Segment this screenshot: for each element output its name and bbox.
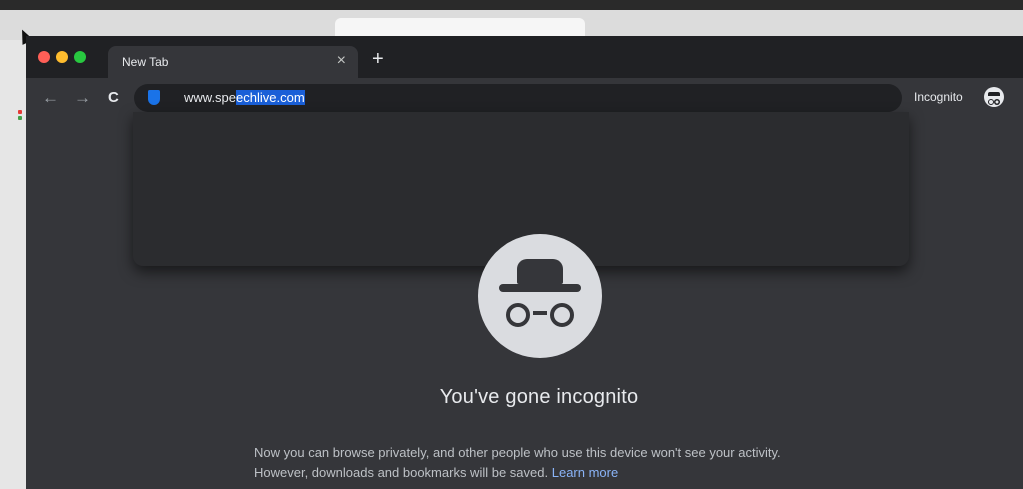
close-icon[interactable]: × xyxy=(337,52,346,70)
title-bar: New Tab × + xyxy=(26,36,1023,78)
incognito-description: Now you can browse privately, and other … xyxy=(254,443,814,483)
minimize-window-button[interactable] xyxy=(56,51,68,63)
incognito-window: New Tab × + ← → C www.speechlive.com Inc… xyxy=(26,36,1023,489)
maximize-window-button[interactable] xyxy=(74,51,86,63)
url-prefix: www.spe xyxy=(184,90,237,105)
page-title: You've gone incognito xyxy=(439,386,639,408)
shield-icon[interactable] xyxy=(148,90,160,105)
url-text[interactable]: www.speechlive.com xyxy=(184,90,305,105)
incognito-profile-icon[interactable] xyxy=(984,87,1004,107)
background-sidebar-edge xyxy=(0,40,27,489)
close-window-button[interactable] xyxy=(38,51,50,63)
bookmark-icon[interactable] xyxy=(18,116,22,120)
url-selected-text: echlive.com xyxy=(236,90,305,105)
reload-icon[interactable]: C xyxy=(108,89,119,106)
incognito-label[interactable]: Incognito xyxy=(914,90,963,104)
glasses-bridge-icon-part xyxy=(533,311,547,315)
bookmark-icon[interactable] xyxy=(18,110,22,114)
hat-brim-icon-part xyxy=(499,284,581,292)
tab-new-tab[interactable]: New Tab × xyxy=(108,46,358,78)
incognito-icon xyxy=(478,234,602,358)
forward-arrow-icon[interactable]: → xyxy=(74,88,91,108)
back-arrow-icon[interactable]: ← xyxy=(42,88,59,108)
hat-icon-part xyxy=(517,259,563,284)
glasses-icon-part xyxy=(550,303,574,327)
glasses-icon-part xyxy=(506,303,530,327)
background-menubar xyxy=(0,0,1023,10)
learn-more-link[interactable]: Learn more xyxy=(552,465,618,480)
tab-title: New Tab xyxy=(122,55,169,69)
plus-icon[interactable]: + xyxy=(372,48,384,71)
address-bar[interactable]: www.speechlive.com xyxy=(134,84,902,112)
description-text: Now you can browse privately, and other … xyxy=(254,445,781,480)
